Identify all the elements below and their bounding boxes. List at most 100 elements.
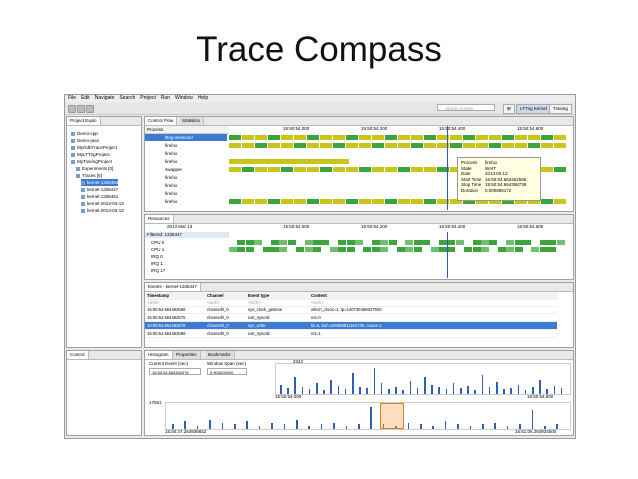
cpu-state-bar[interactable]	[539, 247, 548, 252]
cpu-state-bar[interactable]	[397, 247, 405, 252]
cpu-state-bar[interactable]	[254, 240, 263, 245]
state-bar[interactable]	[450, 143, 462, 148]
resource-row-label[interactable]: CPU 0	[145, 239, 227, 246]
cpu-state-bar[interactable]	[447, 247, 456, 252]
tree-item[interactable]: kernel-1336447	[81, 186, 118, 193]
resource-row-label[interactable]: IRQ 1	[145, 260, 227, 267]
quick-access-input[interactable]: Quick Access	[437, 104, 495, 111]
state-bar[interactable]	[489, 143, 501, 148]
state-bar[interactable]	[281, 143, 293, 148]
tab-control[interactable]: Control	[67, 351, 89, 359]
process-row-label[interactable]: firefox	[145, 182, 227, 189]
state-bar[interactable]	[333, 167, 345, 172]
state-bar[interactable]	[515, 135, 527, 140]
state-bar[interactable]	[372, 199, 384, 204]
state-bar[interactable]	[255, 167, 267, 172]
state-bar[interactable]	[541, 167, 553, 172]
cpu-state-bar[interactable]	[346, 240, 355, 245]
state-bar[interactable]	[385, 143, 397, 148]
cpu-state-bar[interactable]	[380, 247, 389, 252]
cpu-state-bar[interactable]	[447, 240, 456, 245]
cpu-state-bar[interactable]	[296, 247, 305, 252]
menu-window[interactable]: Window	[175, 95, 193, 102]
cpu-state-bar[interactable]	[271, 247, 279, 252]
cpu-state-bar[interactable]	[455, 247, 464, 252]
state-bar[interactable]	[333, 135, 345, 140]
state-bar[interactable]	[281, 199, 293, 204]
cpu-state-bar[interactable]	[237, 240, 246, 245]
cpu-state-bar[interactable]	[355, 240, 363, 245]
tree-item[interactable]: kernel-2013-03-13	[81, 200, 124, 207]
cpu-state-bar[interactable]	[497, 240, 506, 245]
tree-item[interactable]: Demo-cpp	[71, 130, 98, 137]
cpu-state-bar[interactable]	[279, 247, 288, 252]
cpu-state-bar[interactable]	[430, 240, 439, 245]
state-bar[interactable]	[229, 199, 241, 204]
search-cell[interactable]: <srch>	[248, 299, 310, 306]
window-span-field[interactable]: 0.900000000	[207, 368, 247, 375]
state-bar[interactable]	[242, 143, 254, 148]
state-bar[interactable]	[294, 167, 306, 172]
state-bar[interactable]	[489, 135, 501, 140]
cpu-state-bar[interactable]	[371, 240, 380, 245]
resource-row-label[interactable]: IRQ 17	[145, 267, 227, 274]
state-bar[interactable]	[398, 143, 410, 148]
cpu-state-bar[interactable]	[523, 240, 531, 245]
cpu-state-bar[interactable]	[506, 240, 515, 245]
process-row-label[interactable]: lttng-sessiond	[145, 134, 227, 141]
state-bar[interactable]	[372, 135, 384, 140]
cpu-state-bar[interactable]	[439, 247, 447, 252]
state-bar[interactable]	[554, 199, 566, 204]
tree-item[interactable]: kernel-1336451	[81, 193, 118, 200]
cpu-state-bar[interactable]	[548, 247, 557, 252]
cpu-state-bar[interactable]	[422, 240, 431, 245]
menu-edit[interactable]: Edit	[81, 95, 90, 102]
state-bar[interactable]	[307, 199, 319, 204]
state-bar[interactable]	[294, 143, 306, 148]
event-row[interactable]: 15:50:54.664462575 channel0_0 exit_syscall…	[145, 314, 557, 322]
state-bar[interactable]	[502, 135, 514, 140]
state-bar[interactable]	[476, 135, 488, 140]
cpu-state-bar[interactable]	[464, 240, 473, 245]
process-row-label[interactable]: firefox	[145, 158, 227, 165]
tab-statistics[interactable]: Statistics	[179, 117, 205, 125]
cpu-state-bar[interactable]	[422, 247, 431, 252]
state-bar[interactable]	[281, 135, 293, 140]
cpu-state-bar[interactable]	[371, 247, 380, 252]
new-icon[interactable]	[68, 105, 76, 113]
tab-control-flow[interactable]: Control Flow	[145, 117, 178, 125]
state-bar[interactable]	[411, 199, 423, 204]
tree-item[interactable]: MyLTTngProject	[71, 151, 110, 158]
state-bar[interactable]	[359, 167, 371, 172]
cpu-state-bar[interactable]	[245, 247, 254, 252]
perspective-open-icon[interactable]: ⊞	[503, 104, 515, 114]
menu-file[interactable]: File	[68, 95, 76, 102]
cpu-state-bar[interactable]	[405, 240, 414, 245]
cpu-state-bar[interactable]	[397, 240, 405, 245]
state-bar[interactable]	[346, 143, 358, 148]
event-row[interactable]: 15:50:54.664462576 channel0_0 sys_write fd=…	[145, 322, 557, 330]
cpu-state-bar[interactable]	[531, 247, 540, 252]
process-row-label[interactable]: firefox	[145, 174, 227, 181]
cpu-state-bar[interactable]	[262, 247, 271, 252]
cpu-state-bar[interactable]	[539, 240, 548, 245]
state-bar[interactable]	[424, 143, 436, 148]
histogram-full-chart[interactable]	[165, 402, 571, 430]
state-bar[interactable]	[294, 199, 306, 204]
state-bar[interactable]	[541, 199, 553, 204]
cpu-state-bar[interactable]	[464, 247, 473, 252]
tree-item[interactable]: kernel-2013-03-13	[81, 207, 124, 214]
cpu-state-bar[interactable]	[287, 240, 296, 245]
state-bar[interactable]	[554, 135, 566, 140]
process-row-label[interactable]: firefox	[145, 142, 227, 149]
cpu-state-bar[interactable]	[338, 247, 347, 252]
cpu-state-bar[interactable]	[329, 247, 338, 252]
state-bar[interactable]	[268, 143, 280, 148]
state-bar[interactable]	[515, 143, 527, 148]
cpu-state-bar[interactable]	[355, 247, 363, 252]
state-bar[interactable]	[554, 143, 566, 148]
save-icon[interactable]	[77, 105, 85, 113]
state-bar[interactable]	[385, 167, 397, 172]
state-bar[interactable]	[255, 199, 267, 204]
state-bar[interactable]	[463, 135, 475, 140]
